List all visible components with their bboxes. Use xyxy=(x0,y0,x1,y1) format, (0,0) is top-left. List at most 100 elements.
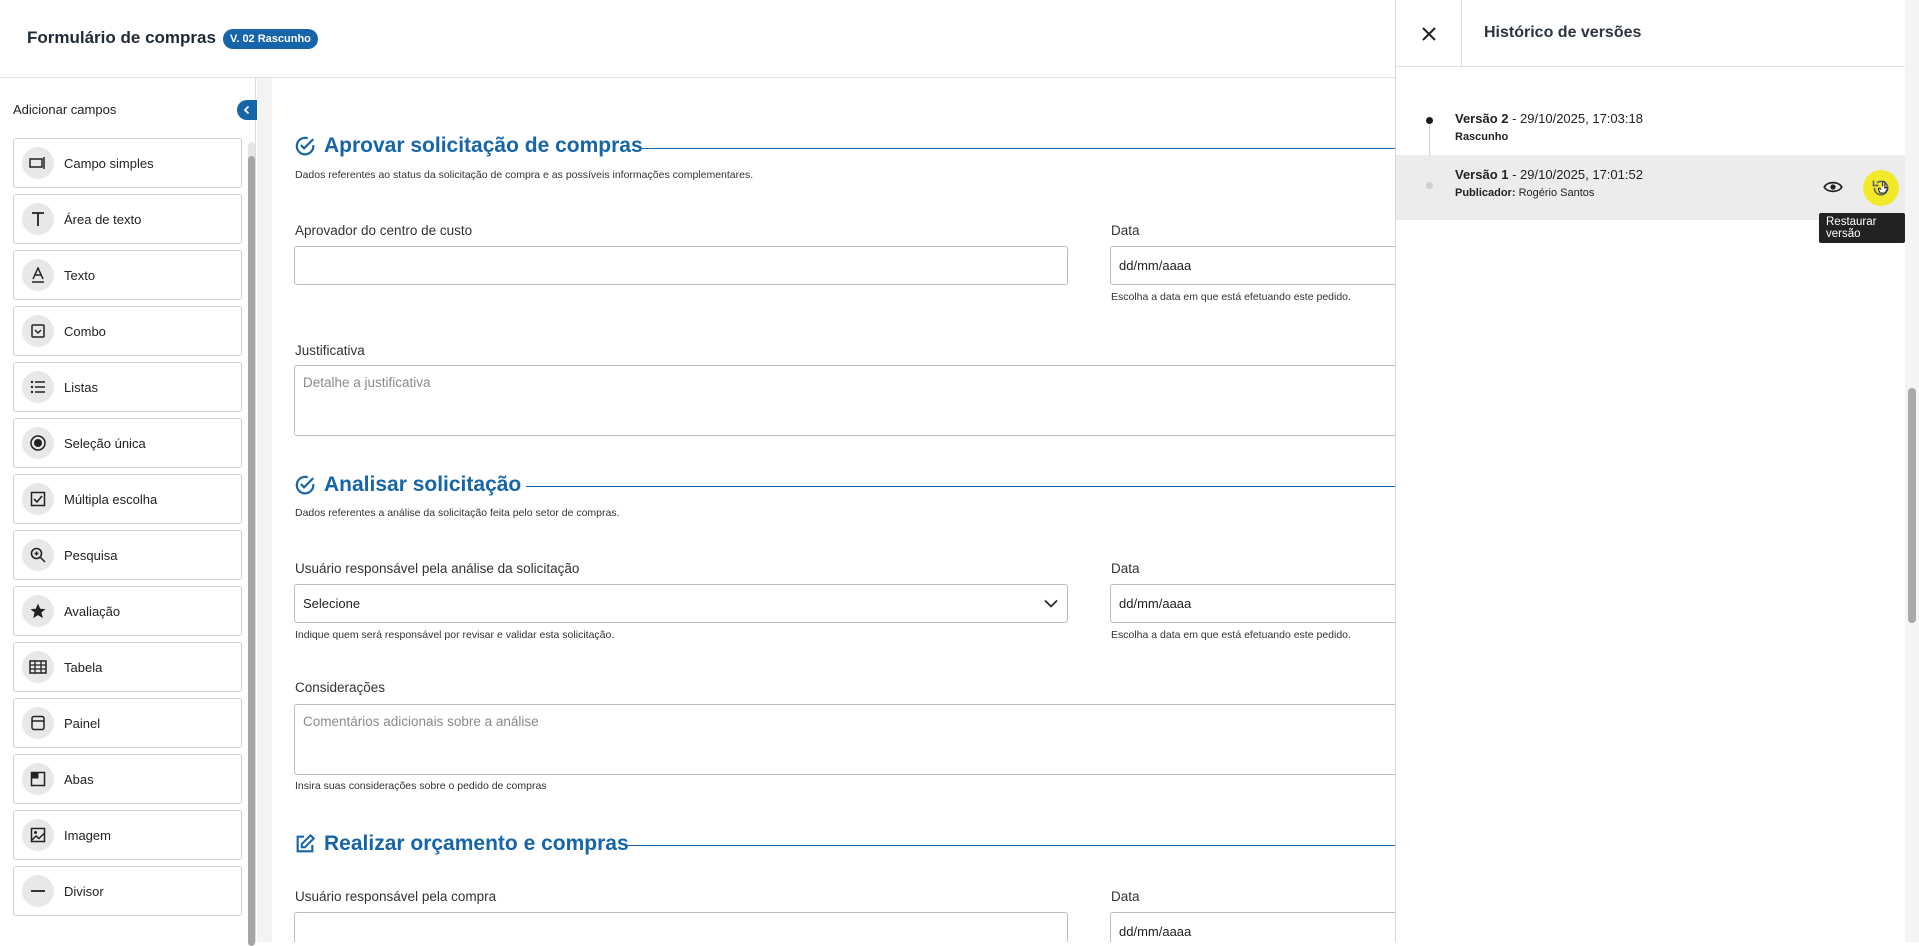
section-title-aprovar: Aprovar solicitação de compras xyxy=(294,134,643,158)
input-field-icon xyxy=(22,147,54,179)
section-title-orcamento: Realizar orçamento e compras xyxy=(294,832,629,856)
field-item-tabela[interactable]: Tabela xyxy=(13,642,242,692)
field-item-label: Painel xyxy=(64,715,101,731)
form-editor-area: Aprovar solicitação de compras Dados ref… xyxy=(257,78,1395,942)
field-item-label: Avaliação xyxy=(64,603,121,619)
form-canvas: Aprovar solicitação de compras Dados ref… xyxy=(272,78,1395,942)
star-icon xyxy=(22,595,54,627)
purchase-user-label: Usuário responsável pela compra xyxy=(295,889,497,904)
approver-input[interactable] xyxy=(294,246,1068,285)
version-status: Rascunho xyxy=(1455,131,1508,143)
considerations-help: Insira suas considerações sobre o pedido… xyxy=(295,780,547,792)
analysis-user-help: Indique quem será responsável por revisa… xyxy=(295,629,615,641)
radio-icon xyxy=(22,427,54,459)
justification-label: Justificativa xyxy=(295,343,365,358)
search-icon xyxy=(22,539,54,571)
field-item-painel[interactable]: Painel xyxy=(13,698,242,748)
restore-tooltip: Restaurar versão xyxy=(1819,213,1905,243)
field-item-label: Combo xyxy=(64,323,106,339)
version-datetime: - 29/10/2025, 17:01:52 xyxy=(1508,167,1643,182)
timeline-dot xyxy=(1426,182,1433,189)
panel-icon xyxy=(22,707,54,739)
date-input[interactable]: dd/mm/aaaa xyxy=(1110,246,1395,285)
chevron-down-icon xyxy=(1044,599,1058,608)
field-item-label: Tabela xyxy=(64,659,103,675)
field-item-avaliacao[interactable]: Avaliação xyxy=(13,586,242,636)
field-item-label: Divisor xyxy=(64,883,104,899)
version-history-panel: Histórico de versões Versão 2 - 29/10/20… xyxy=(1395,0,1906,942)
field-item-imagem[interactable]: Imagem xyxy=(13,810,242,860)
approver-label: Aprovador do centro de custo xyxy=(295,223,473,238)
collapse-sidebar-button[interactable] xyxy=(237,100,257,120)
section-description: Dados referentes a análise da solicitaçã… xyxy=(295,507,620,519)
version-status-text: Rascunho xyxy=(1455,131,1509,143)
date-input[interactable]: dd/mm/aaaa xyxy=(1110,584,1395,623)
field-item-label: Área de texto xyxy=(64,211,142,227)
restore-version-button[interactable] xyxy=(1863,170,1899,206)
version-name: Versão 1 xyxy=(1455,167,1509,182)
date-label: Data xyxy=(1111,223,1140,238)
field-item-pesquisa[interactable]: Pesquisa xyxy=(13,530,242,580)
field-item-listas[interactable]: Listas xyxy=(13,362,242,412)
date-label: Data xyxy=(1111,889,1140,904)
select-value: Selecione xyxy=(303,596,361,611)
publisher-name: Rogério Santos xyxy=(1515,187,1595,199)
divider-icon xyxy=(22,875,54,907)
purchase-user-input[interactable] xyxy=(294,912,1068,942)
section-description: Dados referentes ao status da solicitaçã… xyxy=(295,169,754,181)
justification-textarea[interactable]: Detalhe a justificativa xyxy=(294,365,1395,436)
analysis-user-select[interactable]: Selecione xyxy=(294,584,1068,623)
field-item-texto[interactable]: Texto xyxy=(13,250,242,300)
text-icon xyxy=(22,259,54,291)
list-icon xyxy=(22,371,54,403)
version-title: Versão 1 - 29/10/2025, 17:01:52 xyxy=(1455,167,1643,182)
close-icon xyxy=(1421,26,1436,41)
section-divider xyxy=(526,486,1395,487)
date-label: Data xyxy=(1111,561,1140,576)
date-help-text: Escolha a data em que está efetuando est… xyxy=(1111,291,1351,303)
analysis-user-label: Usuário responsável pela análise da soli… xyxy=(295,561,580,576)
field-item-abas[interactable]: Abas xyxy=(13,754,242,804)
field-item-label: Múltipla escolha xyxy=(64,491,158,507)
page-scroll-thumb[interactable] xyxy=(1908,388,1916,623)
section-title-text: Analisar solicitação xyxy=(324,473,522,496)
field-item-label: Abas xyxy=(64,771,94,787)
image-icon xyxy=(22,819,54,851)
field-item-area-de-texto[interactable]: Área de texto xyxy=(13,194,242,244)
view-version-icon[interactable] xyxy=(1823,177,1843,197)
sidebar-heading: Adicionar campos xyxy=(13,102,117,117)
field-item-campo-simples[interactable]: Campo simples xyxy=(13,138,242,188)
version-title: Versão 2 - 29/10/2025, 17:03:18 xyxy=(1455,111,1643,126)
tabs-icon xyxy=(22,763,54,795)
field-item-label: Pesquisa xyxy=(64,547,118,563)
field-item-multipla-escolha[interactable]: Múltipla escolha xyxy=(13,474,242,524)
field-item-combo[interactable]: Combo xyxy=(13,306,242,356)
sidebar-scrollbar[interactable] xyxy=(248,142,255,946)
page-title: Formulário de compras xyxy=(27,28,216,47)
page-scrollbar[interactable] xyxy=(1905,0,1919,942)
restore-icon xyxy=(1872,180,1889,196)
section-title-analisar: Analisar solicitação xyxy=(294,473,521,497)
fields-sidebar: Adicionar campos Campo simples Área de t… xyxy=(0,78,257,946)
section-title-text: Realizar orçamento e compras xyxy=(324,832,629,855)
combo-icon xyxy=(22,315,54,347)
table-icon xyxy=(22,651,54,683)
date-help-text: Escolha a data em que está efetuando est… xyxy=(1111,629,1351,641)
check-circle-icon xyxy=(295,136,315,156)
field-item-label: Listas xyxy=(64,379,98,395)
version-item-1[interactable]: Versão 1 - 29/10/2025, 17:01:52 Publicad… xyxy=(1396,155,1906,220)
date-input[interactable]: dd/mm/aaaa xyxy=(1110,912,1395,942)
close-panel-button[interactable] xyxy=(1396,0,1462,67)
text-area-icon xyxy=(22,203,54,235)
field-item-divisor[interactable]: Divisor xyxy=(13,866,242,916)
version-name: Versão 2 xyxy=(1455,111,1509,126)
sidebar-scroll-thumb[interactable] xyxy=(248,156,255,946)
version-datetime: - 29/10/2025, 17:03:18 xyxy=(1508,111,1643,126)
considerations-textarea[interactable]: Comentários adicionais sobre a análise xyxy=(294,704,1395,775)
field-item-selecao-unica[interactable]: Seleção única xyxy=(13,418,242,468)
considerations-label: Considerações xyxy=(295,680,386,695)
field-list: Campo simples Área de texto Texto Combo … xyxy=(13,138,242,922)
field-item-label: Imagem xyxy=(64,827,111,843)
publisher-label: Publicador: xyxy=(1455,187,1516,199)
section-title-text: Aprovar solicitação de compras xyxy=(324,134,643,157)
